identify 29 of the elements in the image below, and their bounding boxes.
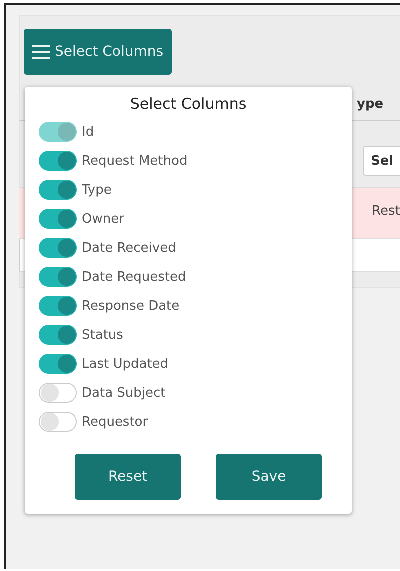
reset-button[interactable]: Reset (75, 454, 181, 500)
column-label: Owner (82, 212, 124, 226)
table-cell: Rest (372, 204, 400, 219)
column-label: Date Received (82, 240, 176, 256)
toggle-switch[interactable] (39, 354, 77, 374)
column-label: Status (82, 328, 124, 342)
toggle-switch[interactable] (39, 180, 77, 200)
menu-icon (32, 45, 50, 59)
column-label: Request Method (82, 154, 188, 168)
popup-title: Select Columns (129, 95, 248, 115)
toggle-switch[interactable] (39, 267, 77, 287)
column-label: Last Updated (82, 356, 169, 372)
filter-select[interactable]: Sel (363, 146, 400, 176)
toggle-switch[interactable] (39, 383, 77, 403)
column-label: Id (82, 124, 94, 140)
column-label: Response Date (82, 298, 180, 314)
toggle-switch[interactable] (39, 412, 77, 432)
toggle-switch[interactable] (39, 209, 77, 229)
column-label: Requestor (82, 414, 148, 430)
toggle-switch[interactable] (39, 296, 77, 316)
toggle-switch[interactable] (39, 238, 77, 258)
column-label: Data Subject (82, 386, 166, 400)
select-columns-button[interactable]: Select Columns (24, 29, 172, 75)
save-button[interactable]: Save (216, 454, 322, 500)
column-label: Type (82, 182, 112, 198)
toggle-switch[interactable] (39, 151, 77, 171)
toggle-switch[interactable] (39, 325, 77, 345)
column-header: ype (357, 97, 384, 112)
column-label: Date Requested (82, 270, 186, 284)
